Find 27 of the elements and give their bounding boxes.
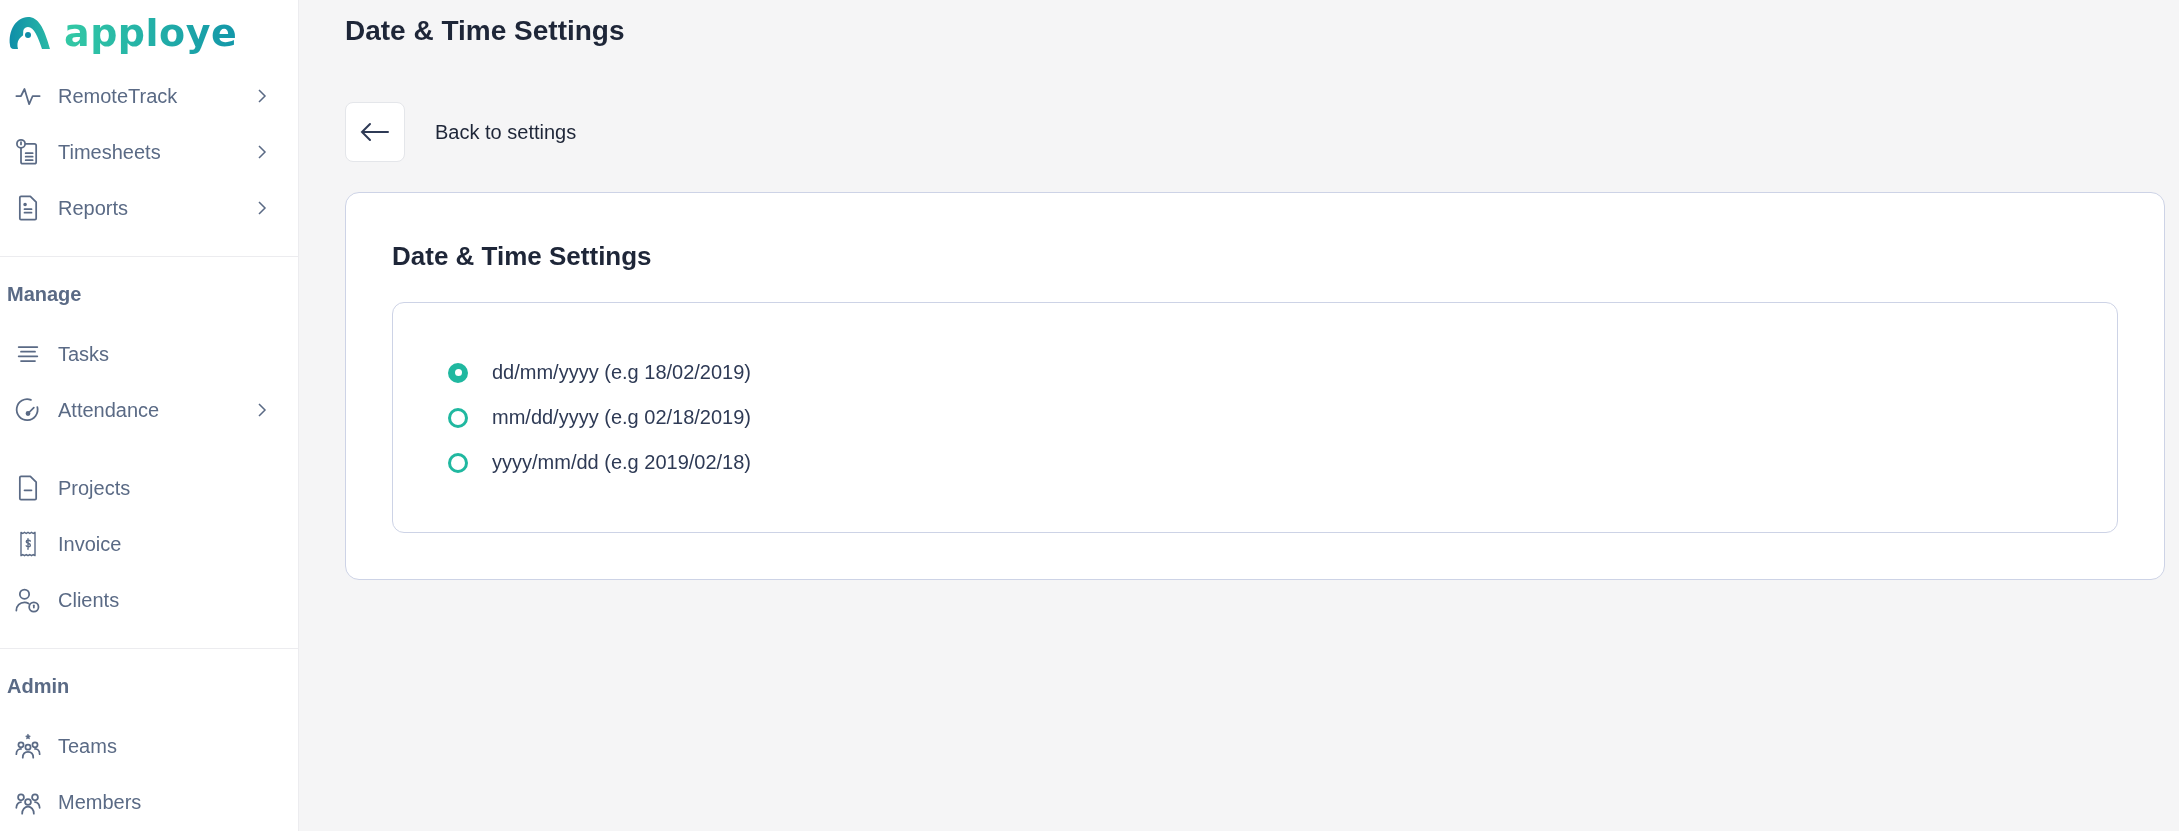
radio-button[interactable] bbox=[448, 452, 468, 473]
nav-item[interactable]: Attendance bbox=[0, 382, 270, 438]
nav-item[interactable]: Reports bbox=[0, 180, 270, 236]
page-title: Date & Time Settings bbox=[345, 14, 626, 48]
radio-button[interactable] bbox=[448, 362, 468, 383]
radio-label[interactable]: mm/dd/yyyy (e.g 02/18/2019) bbox=[492, 406, 751, 429]
nav-item[interactable]: Members bbox=[0, 774, 270, 830]
card-title: Date & Time Settings bbox=[392, 241, 653, 272]
radio-label[interactable]: yyyy/mm/dd (e.g 2019/02/18) bbox=[492, 451, 751, 474]
client-icon bbox=[14, 586, 42, 614]
nav-item[interactable]: Projects bbox=[0, 460, 270, 516]
nav-item[interactable]: Clients bbox=[0, 572, 270, 628]
back-button[interactable] bbox=[345, 102, 405, 162]
section-heading: Manage bbox=[6, 282, 83, 307]
radio-label[interactable]: dd/mm/yyyy (e.g 18/02/2019) bbox=[492, 361, 751, 384]
arrow-left-icon bbox=[360, 122, 390, 142]
logo-icon bbox=[8, 15, 52, 51]
nav-item[interactable]: Tasks bbox=[0, 326, 270, 382]
back-link[interactable]: Back to settings bbox=[435, 120, 577, 144]
nav-item[interactable]: Invoice bbox=[0, 516, 270, 572]
team-icon bbox=[14, 732, 42, 760]
gauge-icon bbox=[14, 396, 42, 424]
nav-item[interactable]: RemoteTrack bbox=[0, 68, 270, 124]
nav-item[interactable]: Teams bbox=[0, 718, 270, 774]
section-heading: Admin bbox=[6, 674, 71, 699]
radio-button[interactable] bbox=[448, 407, 468, 428]
nav-item[interactable]: Timesheets bbox=[0, 124, 270, 180]
